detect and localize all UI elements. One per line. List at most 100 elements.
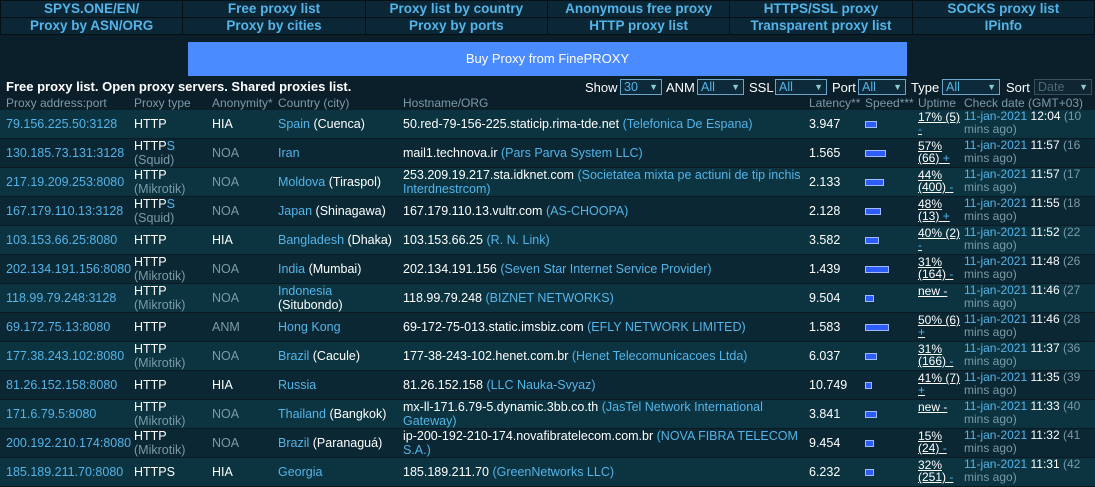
- anm-select[interactable]: All: [697, 79, 744, 95]
- proxy-type-sub: (Mikrotik): [134, 298, 186, 312]
- org-link[interactable]: (BIZNET NETWORKS): [486, 291, 614, 305]
- proxy-address[interactable]: 167.179.110.13:3128: [6, 204, 123, 218]
- table-row: 167.179.110.13:3128 HTTP S (Squid) NOA Japan …: [0, 197, 1095, 226]
- uptime-cell[interactable]: 57% (66) +: [918, 140, 962, 168]
- uptime-value[interactable]: 57% (66): [918, 140, 942, 165]
- proxy-address[interactable]: 69.172.75.13:8080: [6, 320, 110, 334]
- country-wrap: Hong Kong: [278, 320, 341, 334]
- country-link[interactable]: India: [278, 262, 305, 276]
- country-link[interactable]: Indonesia: [278, 284, 332, 298]
- org-link[interactable]: (LLC Nauka-Svyaz): [486, 378, 595, 392]
- org-link[interactable]: (AS-CHOOPA): [546, 204, 628, 218]
- anonymity-level: HIA: [212, 465, 233, 479]
- org-link[interactable]: (Pars Parva System LLC): [501, 146, 643, 160]
- uptime-cell[interactable]: new -: [918, 285, 962, 313]
- uptime-cell[interactable]: 32% (251) -: [918, 459, 962, 487]
- uptime-cell[interactable]: 48% (13) +: [918, 198, 962, 226]
- org-link[interactable]: (Henet Telecomunicacoes Ltda): [572, 349, 748, 363]
- proxy-address[interactable]: 185.189.211.70:8080: [6, 465, 123, 479]
- proxy-address[interactable]: 217.19.209.253:8080: [6, 175, 124, 189]
- proxy-address[interactable]: 103.153.66.25:8080: [6, 233, 117, 247]
- proxy-address[interactable]: 200.192.210.174:8080: [6, 436, 131, 450]
- country-link[interactable]: Bangladesh: [278, 233, 344, 247]
- nav-link-transparent-proxy[interactable]: Transparent proxy list: [729, 17, 913, 35]
- proxy-address[interactable]: 79.156.225.50:3128: [6, 117, 117, 131]
- anonymity-level: NOA: [212, 204, 240, 218]
- type-select[interactable]: All: [942, 79, 1000, 95]
- show-select[interactable]: 30: [620, 79, 662, 95]
- anonymity-level: NOA: [212, 436, 240, 450]
- uptime-cell[interactable]: 44% (400) -: [918, 169, 962, 197]
- uptime-value[interactable]: 31% (166): [918, 343, 946, 368]
- proxy-address[interactable]: 81.26.152.158:8080: [6, 378, 117, 392]
- proxy-address[interactable]: 130.185.73.131:3128: [6, 146, 124, 160]
- country-link[interactable]: Hong Kong: [278, 320, 341, 334]
- uptime-value[interactable]: 44% (400): [918, 169, 946, 194]
- nav-link-proxy-by-cities[interactable]: Proxy by cities: [182, 17, 366, 35]
- city-name: (Tiraspol): [328, 175, 382, 189]
- port-select[interactable]: All: [858, 79, 906, 95]
- uptime-cell[interactable]: 41% (7) +: [918, 372, 962, 400]
- speed-bar: [865, 439, 874, 447]
- hostname: 69-172-75-013.static.imsbiz.com: [403, 320, 584, 334]
- org-link[interactable]: (Seven Star Internet Service Provider): [500, 262, 711, 276]
- country-link[interactable]: Russia: [278, 378, 316, 392]
- country-wrap: Brazil (Cacule): [278, 349, 360, 363]
- uptime-cell[interactable]: 17% (5) -: [918, 111, 962, 139]
- proxy-address[interactable]: 202.134.191.156:8080: [6, 262, 131, 276]
- org-link[interactable]: (EFLY NETWORK LIMITED): [587, 320, 746, 334]
- country-link[interactable]: Moldova: [278, 175, 325, 189]
- org-link[interactable]: (GreenNetworks LLC): [492, 465, 614, 479]
- speed-bar: [865, 149, 886, 157]
- uptime-value[interactable]: 48% (13): [918, 198, 942, 223]
- proxy-address[interactable]: 171.6.79.5:8080: [6, 407, 96, 421]
- ssl-select[interactable]: All: [775, 79, 827, 95]
- nav-link-proxy-by-asn[interactable]: Proxy by ASN/ORG: [0, 17, 184, 35]
- uptime-value[interactable]: 15% (24): [918, 430, 942, 455]
- uptime-value[interactable]: 17% (5): [918, 111, 960, 124]
- uptime-value[interactable]: 32% (251): [918, 459, 946, 484]
- nav-link-proxy-by-country[interactable]: Proxy list by country: [364, 0, 548, 18]
- sort-select[interactable]: Date: [1034, 79, 1092, 95]
- nav-link-anonymous-proxy[interactable]: Anonymous free proxy: [546, 0, 731, 18]
- uptime-cell[interactable]: 15% (24) -: [918, 430, 962, 458]
- nav-link-http-proxy[interactable]: HTTP proxy list: [546, 17, 731, 35]
- country-link[interactable]: Iran: [278, 146, 300, 160]
- country-link[interactable]: Georgia: [278, 465, 322, 479]
- uptime-value[interactable]: new -: [918, 401, 947, 414]
- proxy-address[interactable]: 177.38.243.102:8080: [6, 349, 124, 363]
- uptime-value[interactable]: 40% (2): [918, 227, 960, 240]
- speed-bar: [865, 265, 889, 273]
- nav-link-spys-one[interactable]: SPYS.ONE/EN/: [0, 0, 184, 18]
- proxy-type-suffix: S: [166, 139, 175, 153]
- org-link[interactable]: (R. N. Link): [486, 233, 549, 247]
- nav-link-proxy-by-ports[interactable]: Proxy by ports: [364, 17, 548, 35]
- nav-link-ipinfo[interactable]: IPinfo: [911, 17, 1095, 35]
- uptime-cell[interactable]: 40% (2) -: [918, 227, 962, 255]
- country-link[interactable]: Brazil: [278, 349, 309, 363]
- nav-link-free-proxy-list[interactable]: Free proxy list: [182, 0, 366, 18]
- country-link[interactable]: Japan: [278, 204, 312, 218]
- proxy-type: HTTP: [134, 284, 167, 298]
- proxy-address[interactable]: 118.99.79.248:3128: [6, 291, 116, 305]
- speed-bar: [865, 207, 881, 215]
- port-label: Port: [832, 80, 856, 95]
- uptime-value[interactable]: new -: [918, 285, 947, 298]
- uptime-cell[interactable]: new -: [918, 401, 962, 429]
- nav-link-socks-proxy[interactable]: SOCKS proxy list: [911, 0, 1095, 18]
- country-link[interactable]: Thailand: [278, 407, 326, 421]
- hostname: mx-ll-171.6.79-5.dynamic.3bb.co.th: [403, 400, 599, 414]
- latency-cell: 6.232: [809, 458, 861, 486]
- proxy-type-cell: HTTP: [134, 313, 210, 341]
- proxy-type-suffix: S: [166, 197, 175, 211]
- uptime-cell[interactable]: 31% (164) -: [918, 256, 962, 284]
- uptime-cell[interactable]: 31% (166) -: [918, 343, 962, 371]
- buy-proxy-button[interactable]: Buy Proxy from FinePROXY: [188, 42, 907, 76]
- country-link[interactable]: Brazil: [278, 436, 309, 450]
- uptime-value[interactable]: 31% (164): [918, 256, 946, 281]
- nav-link-https-proxy[interactable]: HTTPS/SSL proxy: [729, 0, 913, 18]
- uptime-cell[interactable]: 50% (6) +: [918, 314, 962, 342]
- org-link[interactable]: (Telefonica De Espana): [623, 117, 753, 131]
- country-link[interactable]: Spain: [278, 117, 310, 131]
- proxy-type-cell: HTTP (Mikrotik): [134, 342, 210, 370]
